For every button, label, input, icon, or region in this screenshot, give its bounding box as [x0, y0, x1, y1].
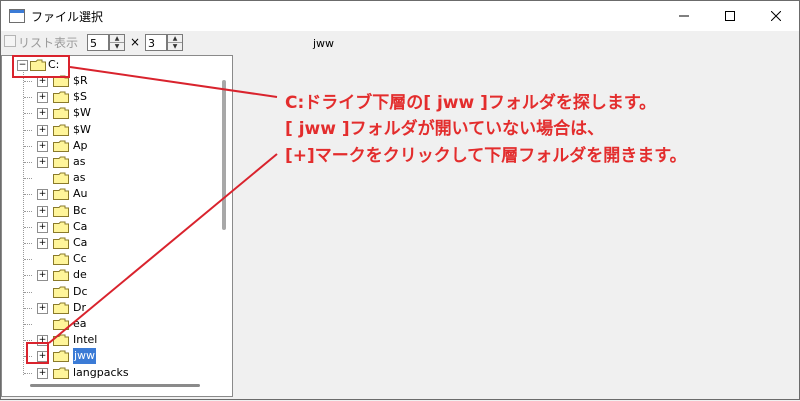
file-select-window: ファイル選択 リスト表示 5 ▲ ▼ × 3 ▲ ▼ jww − C: + $R…	[0, 0, 800, 400]
callout-line-root	[69, 66, 278, 98]
callout-line-expand	[48, 153, 278, 344]
callout-lines	[48, 66, 278, 344]
